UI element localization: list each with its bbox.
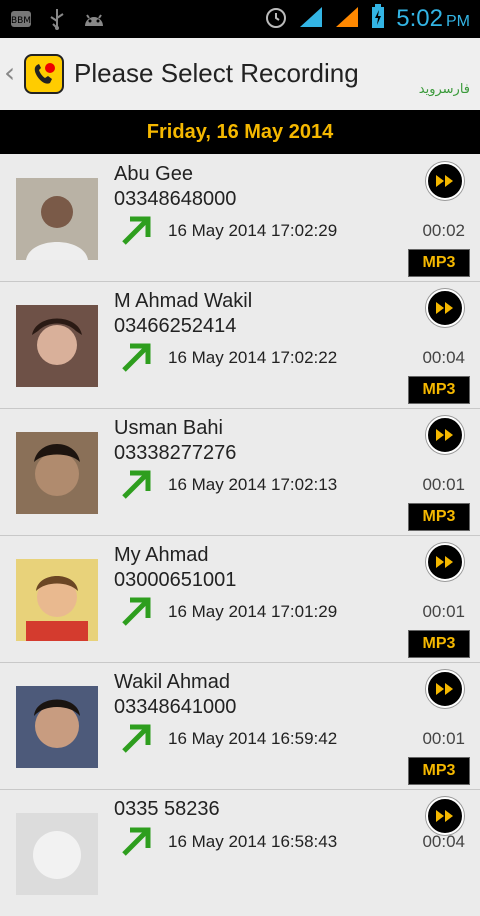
app-logo-icon[interactable]: [24, 54, 64, 94]
contact-photo: [16, 178, 98, 260]
recording-datetime: 16 May 2014 17:02:13: [168, 475, 338, 494]
usb-icon: [46, 8, 68, 30]
outgoing-call-arrow-icon: [122, 470, 151, 499]
contact-photo: [16, 559, 98, 641]
signal-icon-2: [334, 5, 360, 33]
outgoing-call-arrow-icon: [122, 827, 151, 856]
play-forward-icon[interactable]: [426, 162, 464, 200]
format-badge: MP3: [408, 757, 470, 785]
battery-charging-icon: [370, 4, 386, 34]
recording-row[interactable]: 0335 58236 16 May 2014 16:58:43 00:04: [0, 790, 480, 916]
contact-photo: [16, 305, 98, 387]
android-icon: [82, 8, 104, 30]
recording-duration: 00:01: [422, 475, 465, 494]
contact-name: Usman Bahi: [114, 417, 223, 439]
recording-row[interactable]: My Ahmad 03000651001 16 May 2014 17:01:2…: [0, 536, 480, 663]
play-forward-icon[interactable]: [426, 543, 464, 581]
format-badge: MP3: [408, 249, 470, 277]
contact-name: My Ahmad: [114, 544, 209, 566]
outgoing-call-arrow-icon: [122, 597, 151, 626]
contact-number: 03000651001: [114, 569, 237, 591]
contact-name: 0335 58236: [114, 798, 220, 820]
page-title: Please Select Recording: [74, 58, 359, 88]
format-badge: MP3: [408, 503, 470, 531]
recording-duration: 00:01: [422, 602, 465, 621]
recording-duration: 00:02: [422, 221, 465, 240]
recording-duration: 00:01: [422, 729, 465, 748]
recording-row[interactable]: M Ahmad Wakil 03466252414 16 May 2014 17…: [0, 282, 480, 409]
format-badge: MP3: [408, 376, 470, 404]
svg-text:BBM: BBM: [11, 16, 31, 26]
contact-photo: [16, 813, 98, 895]
play-forward-icon[interactable]: [426, 670, 464, 708]
contact-name: Abu Gee: [114, 163, 193, 185]
clock: 5:02 PM: [396, 5, 470, 32]
contact-number: 03348641000: [114, 696, 237, 718]
date-header: Friday, 16 May 2014: [0, 110, 480, 154]
play-forward-icon[interactable]: [426, 797, 464, 835]
back-chevron-icon[interactable]: ‹: [4, 58, 15, 88]
contact-photo: [16, 432, 98, 514]
recording-datetime: 16 May 2014 16:58:43: [168, 832, 338, 851]
contact-photo: [16, 686, 98, 768]
recording-datetime: 16 May 2014 17:02:22: [168, 348, 338, 367]
contact-number: 03466252414: [114, 315, 237, 337]
recording-datetime: 16 May 2014 17:01:29: [168, 602, 338, 621]
format-badge: MP3: [408, 630, 470, 658]
contact-number: 03348648000: [114, 188, 237, 210]
brand-watermark: فارسروید: [418, 82, 470, 97]
recording-datetime: 16 May 2014 16:59:42: [168, 729, 338, 748]
outgoing-call-arrow-icon: [122, 343, 151, 372]
recording-row[interactable]: Abu Gee 03348648000 16 May 2014 17:02:29…: [0, 155, 480, 282]
recording-datetime: 16 May 2014 17:02:29: [168, 221, 338, 240]
alarm-icon: [264, 5, 288, 33]
recording-row[interactable]: Wakil Ahmad 03348641000 16 May 2014 16:5…: [0, 663, 480, 790]
play-forward-icon[interactable]: [426, 416, 464, 454]
status-bar: BBM 5:02 PM: [0, 0, 480, 38]
recording-duration: 00:04: [422, 348, 465, 367]
contact-number: 03338277276: [114, 442, 237, 464]
contact-name: M Ahmad Wakil: [114, 290, 253, 312]
signal-icon: [298, 5, 324, 33]
recording-row[interactable]: Usman Bahi 03338277276 16 May 2014 17:02…: [0, 409, 480, 536]
outgoing-call-arrow-icon: [122, 216, 151, 245]
recordings-list: Abu Gee 03348648000 16 May 2014 17:02:29…: [0, 155, 480, 916]
play-forward-icon[interactable]: [426, 289, 464, 327]
bbm-icon: BBM: [10, 8, 32, 30]
action-bar: ‹ Please Select Recording فارسروید: [0, 38, 480, 111]
recording-duration: 00:04: [422, 832, 465, 851]
outgoing-call-arrow-icon: [122, 724, 151, 753]
contact-name: Wakil Ahmad: [114, 671, 230, 693]
